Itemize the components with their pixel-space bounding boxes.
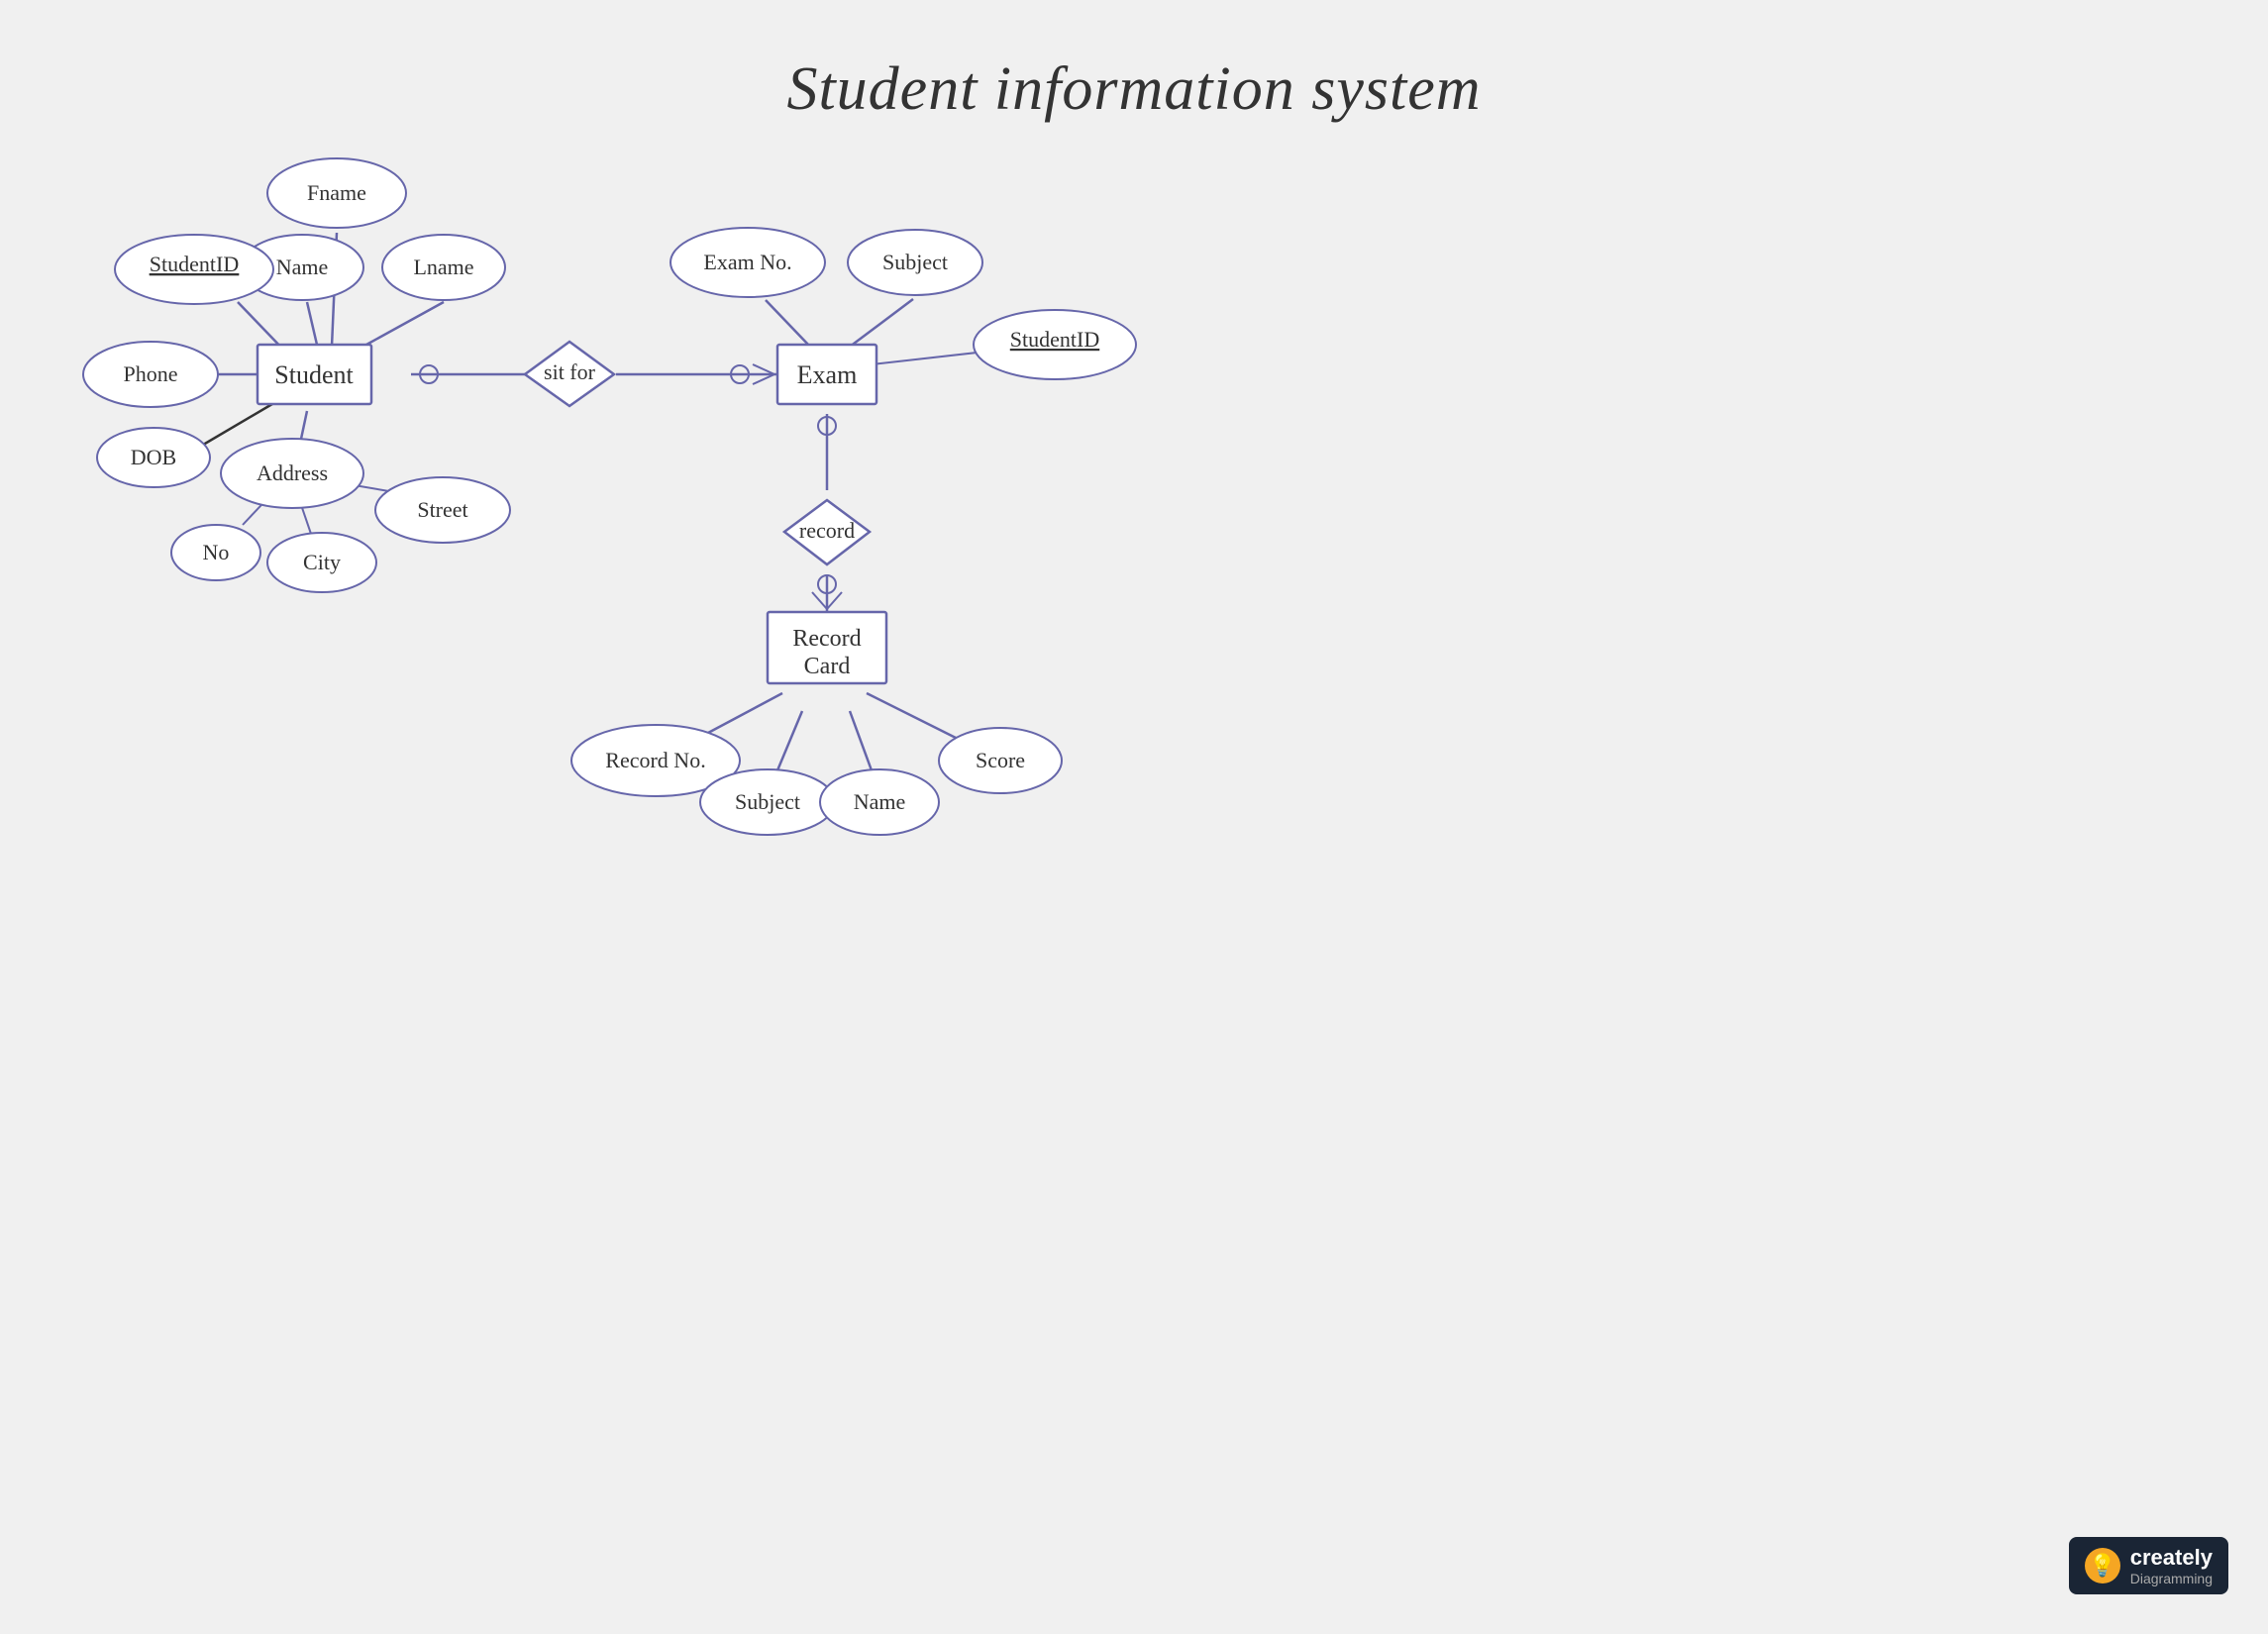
page-title: Student information system — [0, 0, 2268, 125]
score-label: Score — [976, 748, 1025, 772]
creately-badge: 💡 creately Diagramming — [2069, 1537, 2228, 1594]
sit-for-label: sit for — [544, 359, 596, 384]
student-label: Student — [274, 360, 354, 389]
bulb-icon: 💡 — [2085, 1548, 2120, 1583]
name2-label: Name — [854, 789, 906, 814]
student-id2-label: StudentID — [1010, 327, 1099, 352]
fname-label: Fname — [307, 180, 366, 205]
city-label: City — [303, 550, 341, 574]
creately-text: creately Diagramming — [2130, 1545, 2213, 1586]
record-card-label-1: Record — [792, 626, 861, 652]
record-card-label-2: Card — [804, 654, 851, 679]
creately-subtitle: Diagramming — [2130, 1571, 2213, 1586]
no-label: No — [203, 540, 230, 564]
exam-no-label: Exam No. — [703, 250, 791, 274]
street-label: Street — [417, 497, 467, 522]
phone-label: Phone — [124, 361, 178, 386]
record-no-label: Record No. — [605, 748, 705, 772]
subject2-label: Subject — [735, 789, 800, 814]
dob-label: DOB — [131, 445, 176, 469]
subject1-label: Subject — [882, 250, 948, 274]
exam-label: Exam — [797, 360, 858, 389]
creately-name: creately — [2130, 1545, 2213, 1571]
address-label: Address — [257, 460, 328, 485]
lname-label: Lname — [413, 255, 473, 279]
student-id-label: StudentID — [150, 252, 239, 276]
name-label: Name — [276, 255, 329, 279]
record-label: record — [799, 518, 855, 543]
